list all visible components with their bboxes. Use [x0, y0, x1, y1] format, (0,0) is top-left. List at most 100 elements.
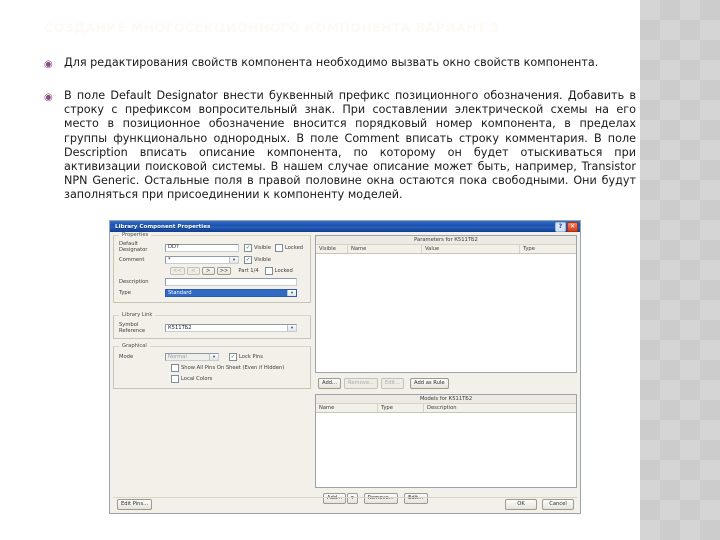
mode-combo[interactable]: Normal ▾ [165, 353, 219, 362]
mode-row: Mode Normal ▾ Lock Pins [119, 353, 305, 362]
bullet-marker-icon: ◉ [44, 92, 53, 103]
dialog-footer: Edit Pins... OK Cancel [113, 497, 577, 511]
comment-label: Comment [119, 257, 145, 264]
column-type[interactable]: Type [520, 245, 576, 253]
cancel-button[interactable]: Cancel [542, 499, 574, 510]
part-indicator: Part 1/4 [238, 268, 259, 275]
column-type[interactable]: Type [378, 404, 424, 412]
checkbox-box[interactable] [274, 243, 283, 252]
checkbox-box[interactable] [264, 267, 273, 276]
parameters-add-button[interactable]: Add... [318, 378, 341, 389]
parameters-header: Visible Name Value Type [316, 245, 576, 254]
comment-visible-label: Visible [254, 257, 271, 264]
models-table: Models for К511ТБ2 Name Type Description [315, 394, 577, 488]
lock-pins-label: Lock Pins [239, 354, 263, 361]
dialog-title: Library Component Properties [115, 223, 211, 230]
column-name[interactable]: Name [348, 245, 422, 253]
column-name[interactable]: Name [316, 404, 378, 412]
graphical-group: Graphical Mode Normal ▾ Lock Pins [113, 343, 311, 390]
library-link-group: Library Link Symbol Reference К511ТБ2 ▾ [113, 312, 311, 340]
checkbox-box[interactable] [171, 375, 179, 384]
part-locked-checkbox[interactable]: Locked [264, 267, 293, 276]
mode-value: Normal [168, 353, 187, 360]
properties-group: Properties Default Designator DD? Visibl… [113, 232, 311, 304]
library-link-legend: Library Link [119, 312, 156, 319]
ok-button[interactable]: OK [505, 499, 537, 510]
graphical-legend: Graphical [119, 343, 150, 350]
part-locked-label: Locked [274, 268, 293, 275]
default-designator-label: Default Designator [119, 241, 148, 253]
help-icon[interactable]: ? [555, 221, 566, 232]
edit-pins-button[interactable]: Edit Pins... [117, 499, 153, 510]
description-row: Description [119, 278, 305, 287]
dialog-body: Properties Default Designator DD? Visibl… [110, 232, 580, 513]
page-title: СОЗДАНИЕ МНОГОСЕКЦИОННОГО КОМПОНЕНТА ВАР… [44, 20, 500, 35]
column-description[interactable]: Description [424, 404, 576, 412]
parameters-add-as-rule-button[interactable]: Add as Rule [410, 378, 449, 389]
parameters-remove-button[interactable]: Remove... [344, 378, 378, 389]
models-caption: Models for К511ТБ2 [316, 395, 576, 404]
models-header: Name Type Description [316, 404, 576, 413]
designator-locked-checkbox[interactable]: Locked [274, 243, 304, 252]
bullet-text: Для редактирования свойств компонента не… [64, 56, 599, 69]
chevron-down-icon[interactable]: ▾ [287, 325, 296, 332]
chevron-down-icon[interactable]: ▾ [229, 257, 238, 264]
nav-first-button[interactable]: << [170, 267, 185, 276]
designator-locked-label: Locked [284, 244, 304, 251]
show-all-pins-label: Show All Pins On Sheet (Even if Hidden) [181, 365, 285, 372]
checkbox-box[interactable] [229, 353, 237, 362]
models-rows[interactable] [316, 413, 576, 487]
default-designator-input[interactable]: DD? [165, 243, 239, 252]
library-component-properties-dialog: Library Component Properties ? ✕ Propert… [109, 220, 581, 514]
nav-last-button[interactable]: >> [216, 267, 232, 276]
parameters-buttons: Add... Remove... Edit... Add as Rule [315, 376, 577, 391]
comment-visible-checkbox[interactable]: Visible [244, 256, 271, 265]
show-all-pins-checkbox[interactable]: Show All Pins On Sheet (Even if Hidden) [171, 364, 285, 373]
type-label: Type [119, 290, 131, 297]
parameters-edit-button[interactable]: Edit... [381, 378, 404, 389]
comment-combo[interactable]: * ▾ [165, 256, 239, 265]
left-pane: Properties Default Designator DD? Visibl… [113, 232, 311, 510]
nav-next-button[interactable]: > [201, 267, 215, 276]
parameters-table: Parameters for К511ТБ2 Visible Name Valu… [315, 235, 577, 373]
comment-row: Comment * ▾ Visible [119, 256, 305, 265]
local-colors-row: Local Colors [119, 375, 305, 384]
checkbox-box[interactable] [244, 243, 252, 252]
decorative-side-pattern [640, 0, 720, 540]
chevron-down-icon[interactable]: ▾ [209, 354, 218, 361]
description-label: Description [119, 279, 149, 286]
chevron-down-icon[interactable]: ▾ [287, 290, 296, 297]
properties-legend: Properties [119, 232, 152, 238]
symbol-reference-combo[interactable]: К511ТБ2 ▾ [165, 324, 297, 333]
show-all-pins-row: Show All Pins On Sheet (Even if Hidden) [119, 364, 305, 373]
parameters-rows[interactable] [316, 254, 576, 372]
symbol-reference-value: К511ТБ2 [168, 324, 192, 331]
symbol-reference-row: Symbol Reference К511ТБ2 ▾ [119, 322, 305, 334]
close-icon[interactable]: ✕ [567, 221, 578, 232]
comment-value: * [168, 256, 171, 263]
mode-label: Mode [119, 354, 134, 361]
bullet-marker-icon: ◉ [44, 59, 53, 70]
checkbox-box[interactable] [171, 364, 179, 373]
local-colors-checkbox[interactable]: Local Colors [171, 375, 213, 384]
column-visible[interactable]: Visible [316, 245, 348, 253]
designator-visible-label: Visible [254, 244, 271, 251]
local-colors-label: Local Colors [181, 376, 213, 383]
bullet-item: ◉ В поле Default Designator внести букве… [44, 89, 636, 203]
default-designator-row: Default Designator DD? Visible Locked [119, 241, 305, 253]
type-row: Type Standard ▾ [119, 289, 305, 298]
description-input[interactable] [165, 278, 297, 287]
type-value: Standard [168, 289, 192, 296]
lock-pins-checkbox[interactable]: Lock Pins [229, 353, 263, 362]
bullet-item: ◉ Для редактирования свойств компонента … [44, 56, 636, 72]
symbol-reference-label: Symbol Reference [119, 322, 146, 335]
part-nav-row: << < > >> Part 1/4 Locked [119, 267, 305, 276]
nav-prev-button[interactable]: < [186, 267, 200, 276]
bullet-text: В поле Default Designator внести буквенн… [64, 89, 636, 202]
dialog-titlebar: Library Component Properties ? ✕ [110, 221, 580, 232]
checkbox-box[interactable] [244, 256, 252, 265]
type-combo[interactable]: Standard ▾ [165, 289, 297, 298]
right-pane: Parameters for К511ТБ2 Visible Name Valu… [315, 235, 577, 510]
column-value[interactable]: Value [422, 245, 520, 253]
designator-visible-checkbox[interactable]: Visible [244, 243, 271, 252]
